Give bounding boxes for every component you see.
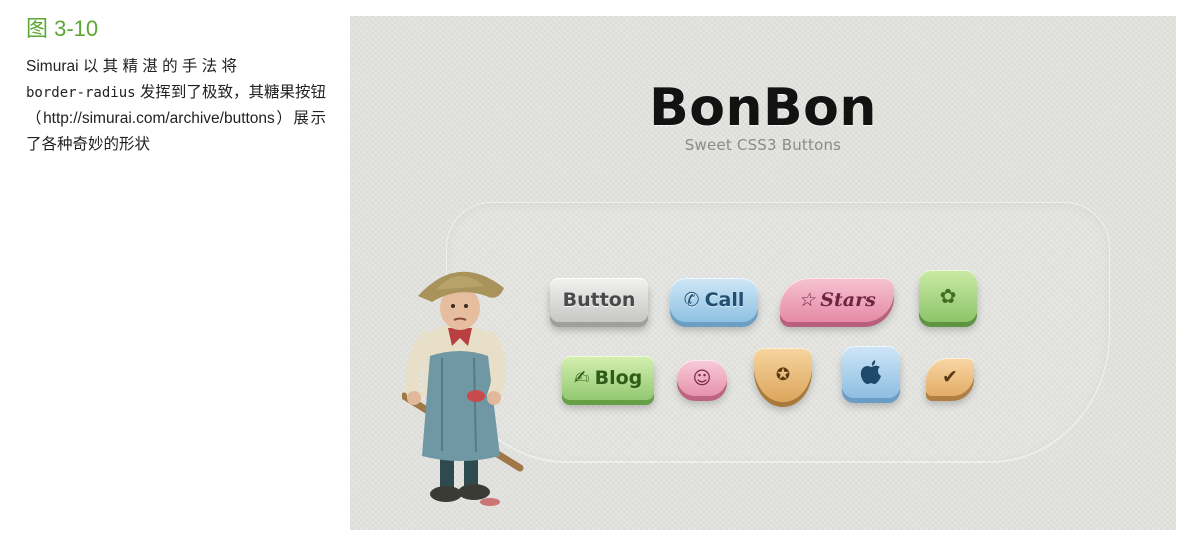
stars-button[interactable]: ☆ Stars [780,278,894,322]
figure-caption: 图 3-10 Simurai 以 其 精 湛 的 手 法 将 border-rad… [26,14,326,158]
flower-icon: ✿ [939,284,957,308]
page-title: BonBon [649,78,877,138]
desc-code: border-radius [26,85,136,101]
apple-icon [860,360,881,384]
call-button[interactable]: ✆ Call [670,278,758,322]
figure-label: 图 3-10 [26,16,99,41]
boy-illustration [402,271,524,506]
star-badge-icon: ✪ [775,365,791,385]
apple-button[interactable] [842,346,900,398]
button-panel [446,202,1110,462]
brand-header: BonBon Sweet CSS3 Buttons [350,80,1176,154]
smile-button[interactable]: ☺ [677,360,727,396]
phone-icon: ✆ [683,289,700,311]
flower-button[interactable]: ✿ [919,270,977,322]
page-subtitle: Sweet CSS3 Buttons [684,136,842,154]
button-button[interactable]: Button [550,278,648,322]
star-icon: ☆ [798,289,816,311]
smile-icon: ☺ [692,367,712,389]
figure-description: Simurai 以 其 精 湛 的 手 法 将 border-radius 发挥到… [26,54,326,158]
blog-button[interactable]: ✍ Blog [562,356,654,400]
pencil-icon: ✍ [573,367,590,389]
check-icon: ✔ [942,366,958,388]
bonbon-screenshot: BonBon Sweet CSS3 Buttons Button ✆ Call … [350,16,1176,530]
desc-text-1: Simurai 以 其 精 湛 的 手 法 将 [26,58,237,75]
blog-label: Blog [594,367,643,389]
button-label: Button [562,289,636,311]
call-label: Call [704,289,745,311]
stars-label: Stars [820,289,876,311]
